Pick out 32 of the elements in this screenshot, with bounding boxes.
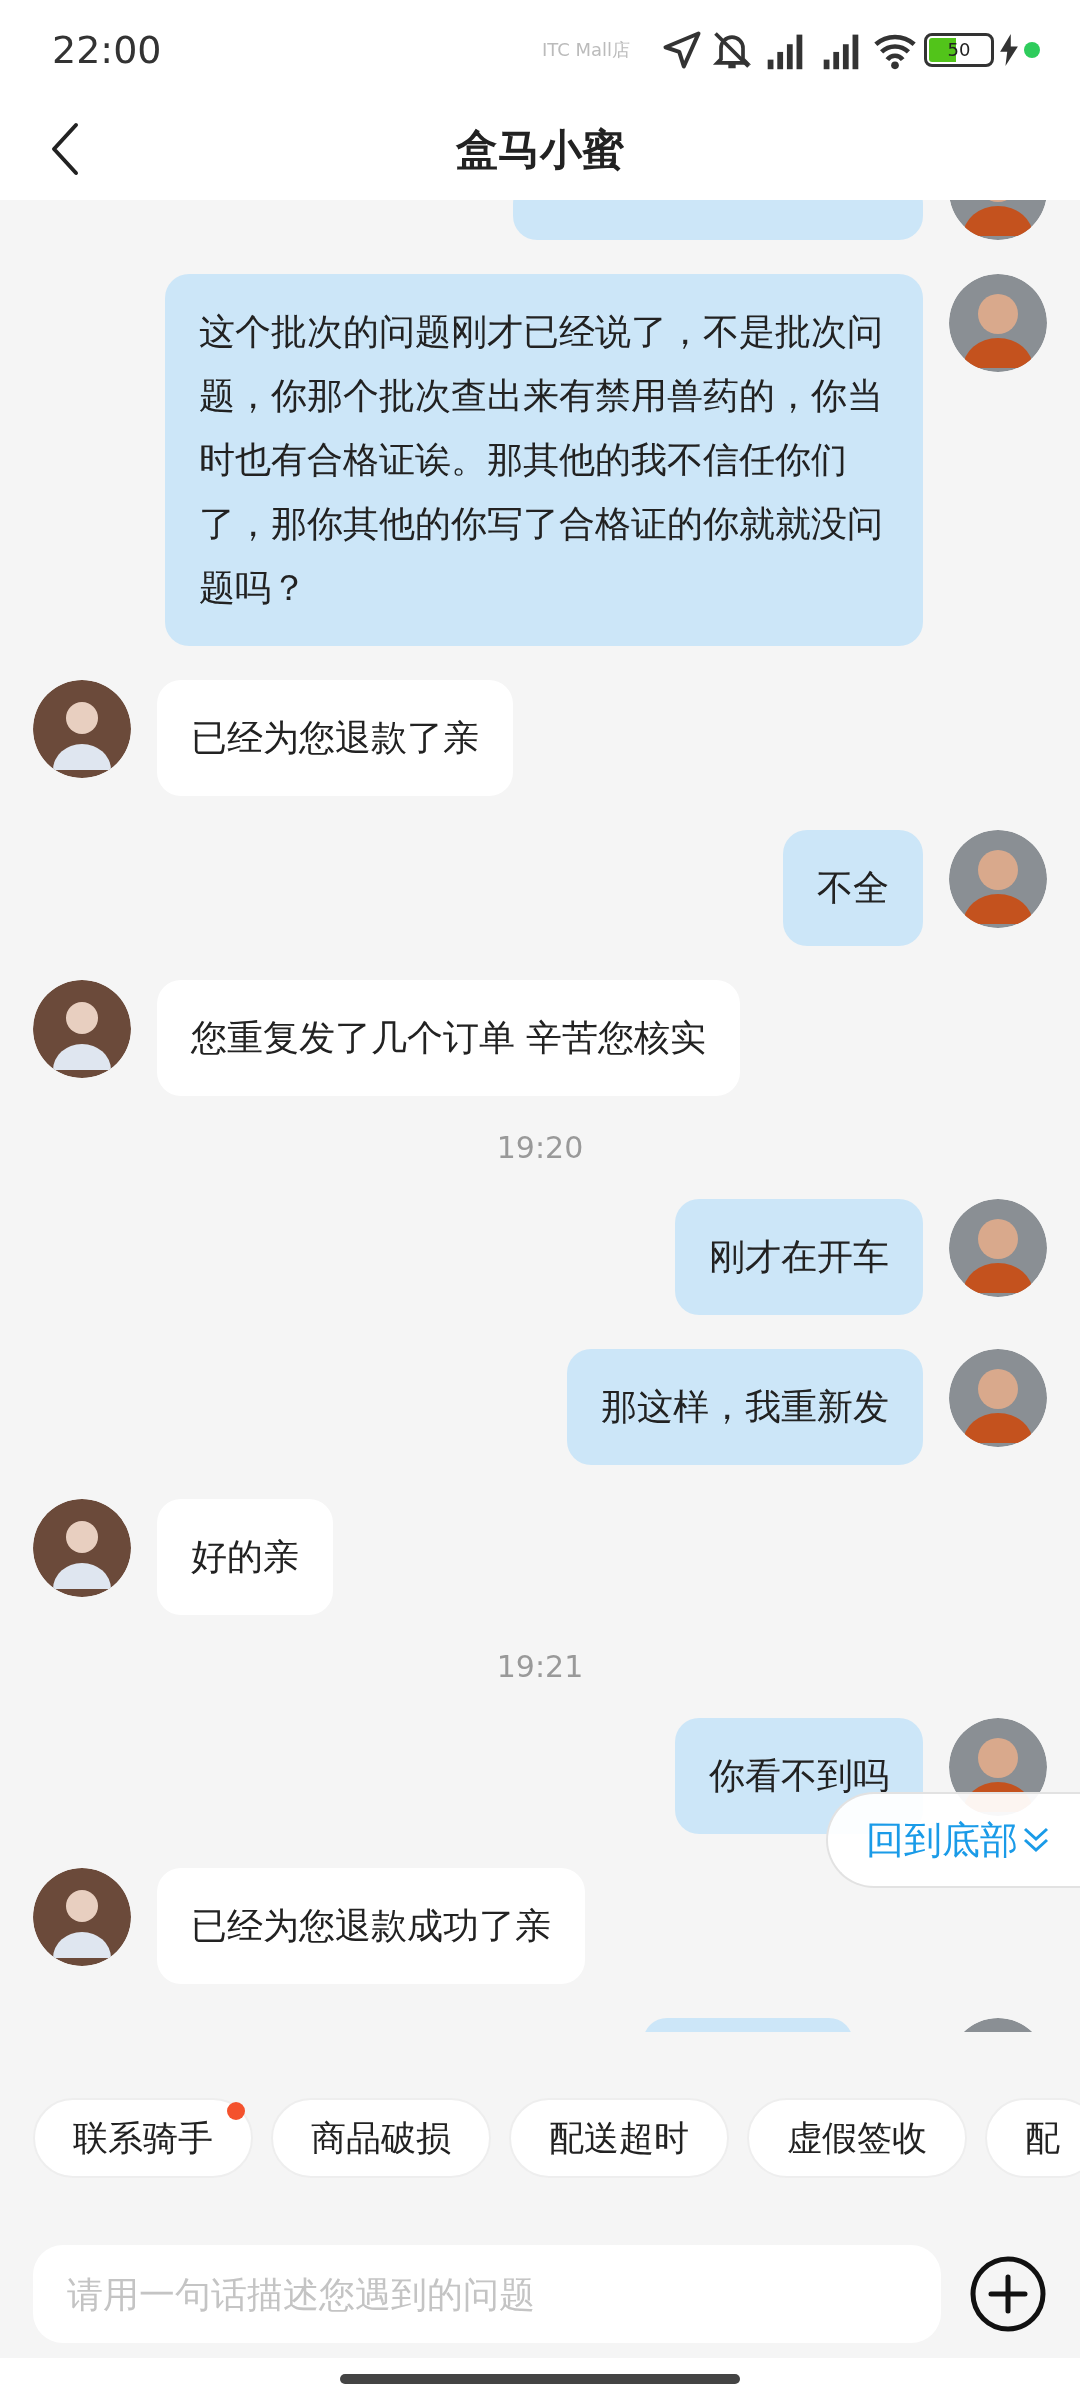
message-bubble: 已经为您退款成功了亲 [157, 1868, 585, 1984]
add-icon[interactable] [969, 2255, 1047, 2333]
message-bubble: 不全 [783, 830, 923, 946]
charging-icon [1000, 34, 1018, 66]
quick-reply-chip[interactable]: 配送超时 [509, 2098, 729, 2178]
double-chevron-icon [1022, 1825, 1050, 1855]
message-input[interactable]: 请用一句话描述您遇到的问题 [33, 2245, 941, 2343]
message-bubble: 这个批次的问题刚才已经说了，不是批次问题，你那个批次查出来有禁用兽药的，你当时也有合格证诶。那其他的我不信任你们了，那你其他的你写了合格证的你就就没问题吗？ [165, 274, 923, 646]
avatar[interactable] [949, 830, 1047, 928]
avatar[interactable] [949, 1199, 1047, 1297]
avatar[interactable] [33, 1868, 131, 1966]
message-bubble: 好的亲 [157, 1499, 333, 1615]
quick-reply-chip[interactable]: 虚假签收 [747, 2098, 967, 2178]
quick-reply-chip[interactable]: 联系骑手 [33, 2098, 253, 2178]
back-icon[interactable] [50, 122, 80, 176]
message-bubble: 已经为您退款了亲 [157, 680, 513, 796]
avatar[interactable] [33, 1499, 131, 1597]
quick-reply-chip[interactable]: 配 [985, 2098, 1080, 2178]
avatar[interactable] [949, 1349, 1047, 1447]
timestamp: 19:20 [496, 1130, 584, 1165]
carrier-label: ITC Mall店 [541, 38, 630, 62]
avatar[interactable] [33, 980, 131, 1078]
avatar[interactable] [33, 680, 131, 778]
timestamp: 19:21 [496, 1649, 584, 1684]
status-time: 22:00 [52, 28, 162, 72]
quick-reply-chip[interactable]: 商品破损 [271, 2098, 491, 2178]
message-bubble: 您重复发了几个订单 辛苦您核实 [157, 980, 741, 1096]
camera-dot-icon [1024, 42, 1040, 58]
message-bubble: 那这样，我重新发 [567, 1349, 923, 1465]
chat-title: 盒马小蜜 [456, 124, 624, 176]
avatar[interactable] [949, 274, 1047, 372]
message-bubble: 刚才在开车 [675, 1199, 923, 1315]
